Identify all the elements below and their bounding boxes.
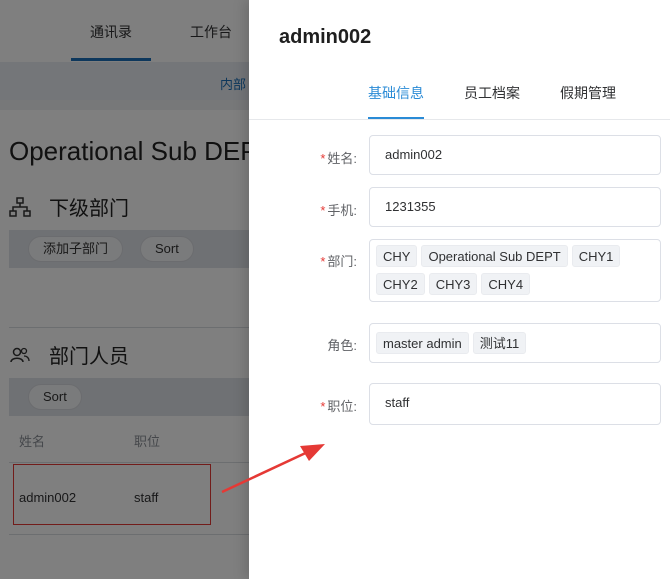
role-tag: 测试11 xyxy=(472,332,527,354)
department-tag: CHY2 xyxy=(376,272,425,295)
required-mark: * xyxy=(320,254,326,269)
employee-drawer: admin002 基础信息 员工档案 假期管理 * 姓名: admin002 * 手… xyxy=(249,0,670,579)
role-label: 角色: xyxy=(249,335,357,354)
name-value: admin002 xyxy=(385,147,443,162)
department-label: * 部门: xyxy=(249,251,357,270)
phone-label: * 手机: xyxy=(249,200,357,219)
department-tag: CHY4 xyxy=(481,272,531,295)
role-select[interactable]: master admin 测试11 xyxy=(369,323,661,363)
department-tag: CHY3 xyxy=(428,272,478,295)
required-mark: * xyxy=(320,151,326,166)
position-field[interactable]: staff xyxy=(369,383,661,425)
phone-field[interactable]: 1231355 xyxy=(369,187,661,227)
phone-label-text: 手机: xyxy=(327,203,357,218)
name-field[interactable]: admin002 xyxy=(369,135,661,175)
drawer-title: admin002 xyxy=(279,26,372,48)
tab-basic-info[interactable]: 基础信息 xyxy=(368,83,424,103)
name-label-text: 姓名: xyxy=(327,151,357,166)
active-tab-indicator xyxy=(368,117,424,119)
role-tag: master admin xyxy=(376,332,469,354)
tab-employee-profile[interactable]: 员工档案 xyxy=(464,83,520,103)
department-select[interactable]: CHY Operational Sub DEPT CHY1 CHY2 CHY3 … xyxy=(369,239,661,302)
position-label-text: 职位: xyxy=(327,399,357,414)
department-tag: Operational Sub DEPT xyxy=(421,245,568,267)
phone-value: 1231355 xyxy=(385,199,436,214)
position-label: * 职位: xyxy=(249,396,357,415)
role-label-text: 角色: xyxy=(327,338,357,353)
department-tag: CHY1 xyxy=(571,245,621,267)
required-mark: * xyxy=(320,203,326,218)
department-tag: CHY xyxy=(376,245,418,267)
tab-leave-management[interactable]: 假期管理 xyxy=(560,83,616,103)
required-mark: * xyxy=(320,399,326,414)
drawer-tabs: 基础信息 员工档案 假期管理 xyxy=(249,70,670,120)
name-label: * 姓名: xyxy=(249,148,357,167)
department-label-text: 部门: xyxy=(327,254,357,269)
position-value: staff xyxy=(385,395,410,410)
